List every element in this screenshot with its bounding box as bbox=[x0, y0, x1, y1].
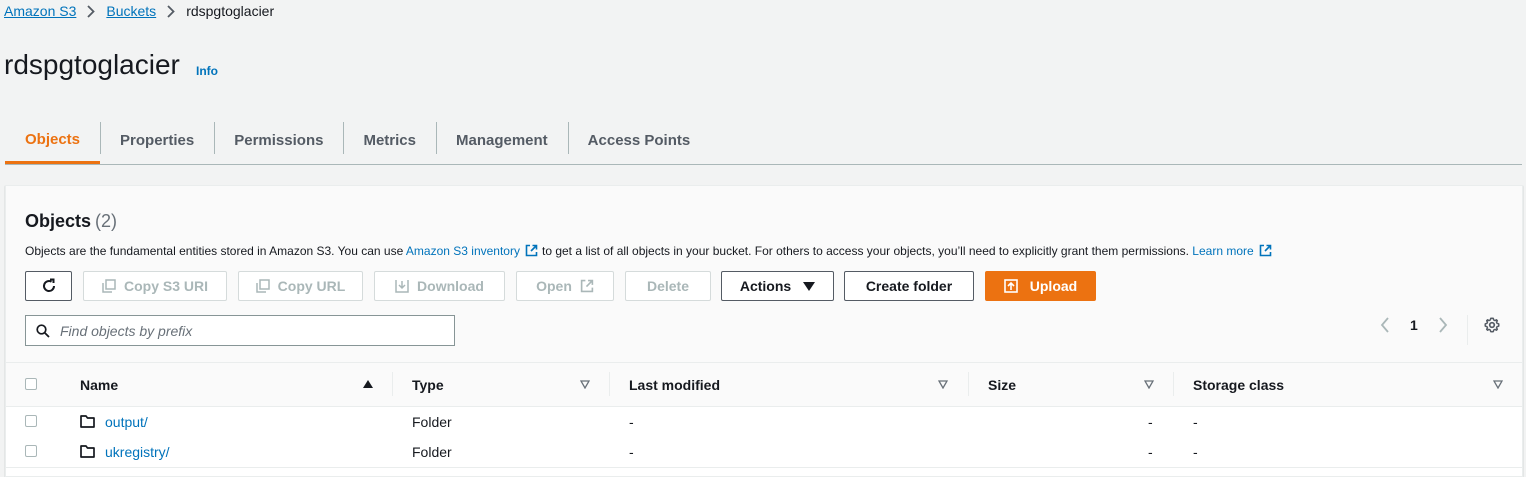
external-link-icon bbox=[525, 244, 538, 260]
caret-down-icon bbox=[803, 281, 816, 291]
tab-access-points[interactable]: Access Points bbox=[567, 118, 711, 163]
column-header-size[interactable]: Size bbox=[988, 363, 1016, 406]
object-name-link[interactable]: output/ bbox=[105, 407, 148, 437]
pager-divider bbox=[1467, 315, 1468, 345]
page-title: rdspgtoglacier bbox=[4, 49, 180, 80]
actions-dropdown[interactable]: Actions bbox=[721, 271, 834, 301]
description-text-2: to get a list of all objects in your buc… bbox=[541, 244, 1189, 258]
s3-inventory-link[interactable]: Amazon S3 inventory bbox=[406, 244, 520, 258]
info-link[interactable]: Info bbox=[196, 64, 218, 78]
table-row: output/ Folder - - - bbox=[6, 407, 1522, 438]
table-header: Name Type Last modified Size Storage cla… bbox=[6, 363, 1522, 407]
table-row: ukregistry/ Folder - - - bbox=[6, 437, 1522, 468]
folder-icon bbox=[80, 445, 95, 458]
upload-label: Upload bbox=[1029, 278, 1078, 294]
next-page-icon[interactable] bbox=[1438, 317, 1448, 333]
object-last-modified: - bbox=[629, 414, 634, 430]
copy-icon bbox=[255, 279, 270, 293]
objects-count: (2) bbox=[95, 211, 118, 231]
objects-panel-header: Objects (2) Objects are the fundamental e… bbox=[6, 186, 1522, 363]
download-icon bbox=[395, 279, 409, 293]
column-divider bbox=[392, 372, 393, 396]
delete-label: Delete bbox=[646, 278, 690, 294]
refresh-icon bbox=[41, 278, 57, 294]
select-all-checkbox[interactable] bbox=[25, 378, 37, 390]
tab-objects[interactable]: Objects bbox=[5, 118, 101, 164]
object-type: Folder bbox=[412, 444, 452, 460]
download-label: Download bbox=[417, 278, 484, 294]
object-storage-class: - bbox=[1193, 444, 1198, 460]
copy-url-button[interactable]: Copy URL bbox=[238, 271, 363, 301]
object-type: Folder bbox=[412, 414, 452, 430]
object-size: - bbox=[1148, 414, 1153, 430]
sort-icon[interactable] bbox=[938, 380, 948, 389]
tab-metrics[interactable]: Metrics bbox=[343, 118, 436, 163]
breadcrumb-amazon-s3[interactable]: Amazon S3 bbox=[4, 3, 76, 19]
breadcrumb-buckets[interactable]: Buckets bbox=[106, 3, 156, 19]
search-box bbox=[25, 315, 455, 346]
external-link-icon bbox=[1259, 244, 1272, 260]
sort-icon[interactable] bbox=[1493, 380, 1503, 389]
column-divider bbox=[968, 372, 969, 396]
column-divider bbox=[1173, 372, 1174, 396]
delete-button[interactable]: Delete bbox=[625, 271, 711, 301]
objects-heading: Objects (2) bbox=[25, 211, 117, 232]
objects-description: Objects are the fundamental entities sto… bbox=[25, 244, 1276, 260]
chevron-right-icon bbox=[167, 4, 175, 18]
pagination: 1 bbox=[1380, 317, 1448, 333]
breadcrumb-current: rdspgtoglacier bbox=[186, 3, 275, 19]
open-button[interactable]: Open bbox=[516, 271, 614, 301]
sort-icon[interactable] bbox=[1144, 380, 1154, 389]
refresh-button[interactable] bbox=[25, 271, 72, 301]
copy-url-label: Copy URL bbox=[277, 278, 346, 294]
upload-button[interactable]: Upload bbox=[985, 271, 1096, 301]
gear-icon[interactable] bbox=[1484, 317, 1500, 333]
column-divider bbox=[609, 372, 610, 396]
copy-s3-uri-label: Copy S3 URI bbox=[123, 278, 208, 294]
row-checkbox[interactable] bbox=[25, 415, 37, 427]
external-link-icon bbox=[580, 279, 594, 293]
search-input[interactable] bbox=[58, 321, 442, 340]
open-label: Open bbox=[536, 278, 572, 294]
object-storage-class: - bbox=[1193, 414, 1198, 430]
previous-page-icon[interactable] bbox=[1380, 317, 1390, 333]
objects-title: Objects bbox=[25, 211, 92, 231]
copy-icon bbox=[102, 279, 116, 293]
column-header-type[interactable]: Type bbox=[412, 363, 444, 406]
tab-bar: Objects Properties Permissions Metrics M… bbox=[5, 118, 1522, 165]
search-icon bbox=[36, 323, 50, 338]
row-checkbox[interactable] bbox=[25, 445, 37, 457]
current-page[interactable]: 1 bbox=[1410, 317, 1418, 333]
column-header-storage-class[interactable]: Storage class bbox=[1193, 363, 1284, 406]
objects-panel: Objects (2) Objects are the fundamental e… bbox=[5, 185, 1523, 477]
description-text: Objects are the fundamental entities sto… bbox=[25, 244, 404, 258]
object-last-modified: - bbox=[629, 444, 634, 460]
tab-permissions[interactable]: Permissions bbox=[214, 118, 343, 163]
tab-management[interactable]: Management bbox=[435, 118, 568, 163]
folder-icon bbox=[80, 415, 95, 428]
download-button[interactable]: Download bbox=[374, 271, 505, 301]
breadcrumb: Amazon S3 Buckets rdspgtoglacier bbox=[4, 3, 274, 19]
copy-s3-uri-button[interactable]: Copy S3 URI bbox=[83, 271, 227, 301]
create-folder-label: Create folder bbox=[865, 278, 953, 294]
column-header-last-modified[interactable]: Last modified bbox=[629, 363, 720, 406]
object-size: - bbox=[1148, 444, 1153, 460]
learn-more-link[interactable]: Learn more bbox=[1192, 244, 1253, 258]
upload-icon bbox=[1003, 279, 1018, 293]
create-folder-button[interactable]: Create folder bbox=[844, 271, 974, 301]
object-name-link[interactable]: ukregistry/ bbox=[105, 437, 170, 467]
tab-properties[interactable]: Properties bbox=[100, 118, 214, 163]
chevron-right-icon bbox=[87, 4, 96, 18]
sort-icon[interactable] bbox=[580, 380, 590, 389]
column-header-name[interactable]: Name bbox=[80, 363, 118, 406]
actions-label: Actions bbox=[739, 278, 792, 294]
sort-ascending-icon[interactable] bbox=[363, 380, 373, 388]
